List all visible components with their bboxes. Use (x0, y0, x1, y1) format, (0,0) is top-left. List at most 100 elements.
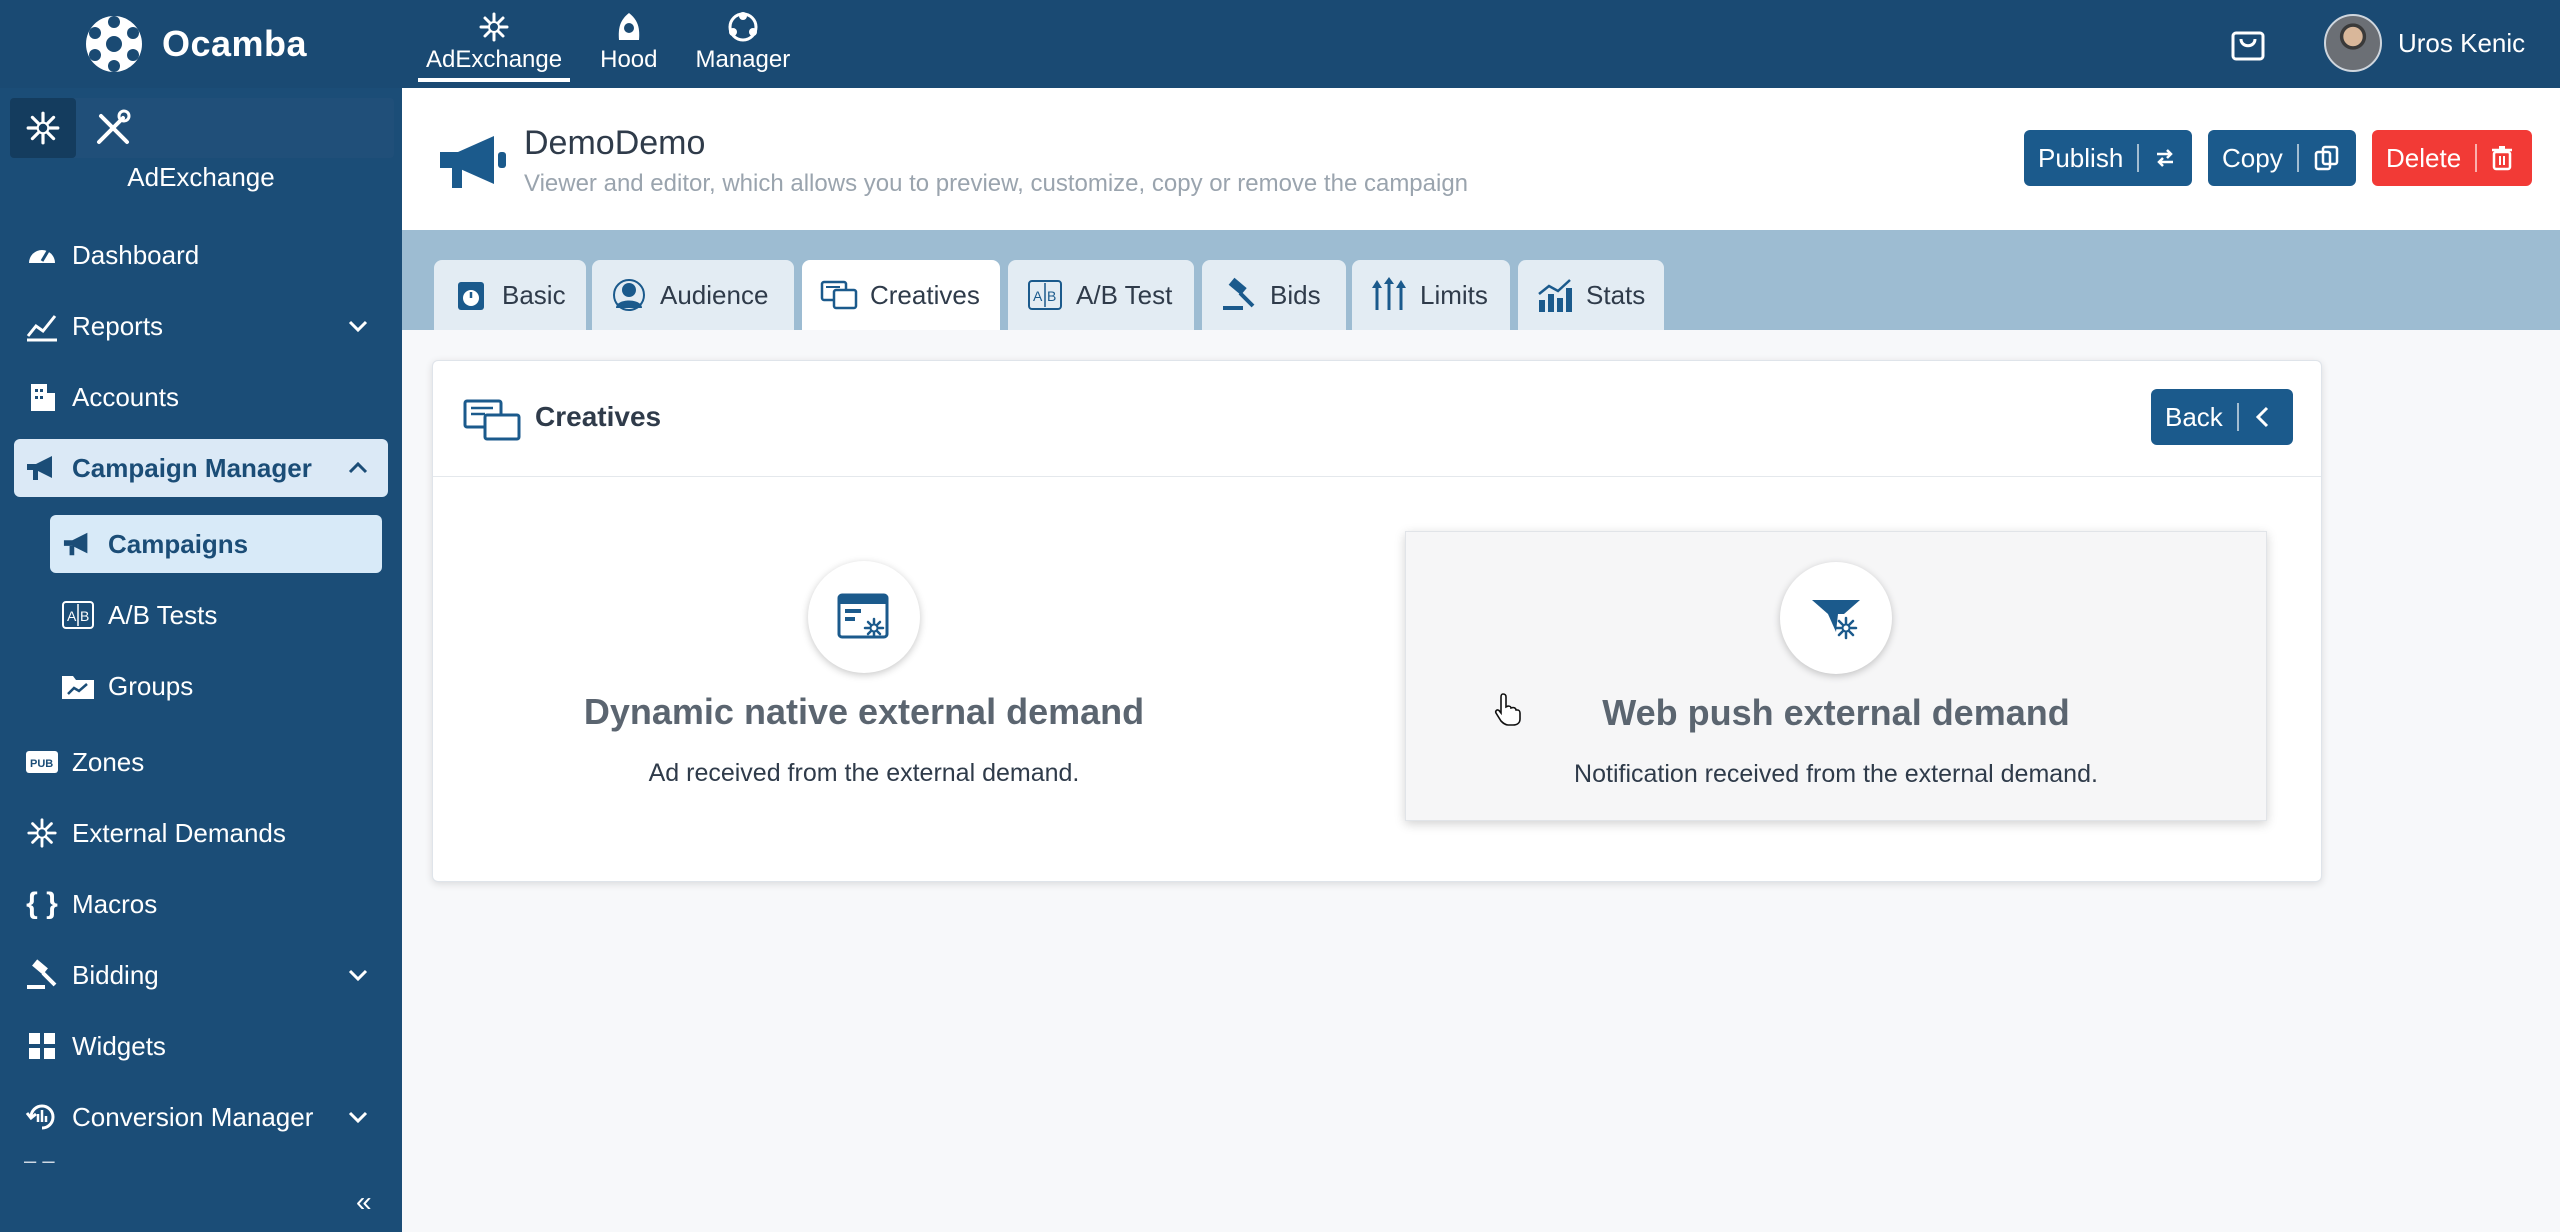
folder-chart-icon (60, 668, 96, 704)
topnav-adexchange[interactable]: AdExchange (418, 10, 571, 82)
svg-text:A: A (1033, 288, 1043, 304)
dashboard-icon (24, 237, 60, 273)
sidebar-item-dashboard[interactable]: Dashboard (14, 226, 388, 284)
spark-icon (26, 111, 60, 145)
megaphone-icon (60, 526, 96, 562)
reports-icon (24, 308, 60, 344)
chevron-up-icon (348, 461, 368, 474)
back-button[interactable]: Back (2151, 389, 2293, 445)
copy-button[interactable]: Copy (2208, 130, 2356, 186)
tab-label: Stats (1586, 279, 1646, 310)
limits-icon (1372, 277, 1406, 310)
tools-icon (97, 109, 131, 144)
sidebar-item-zones[interactable]: PUB Zones (14, 733, 388, 791)
sidebar-item-reports[interactable]: Reports (14, 297, 388, 355)
option-icon-circle (808, 561, 920, 673)
tab-audience[interactable]: Audience (592, 260, 794, 330)
button-separator (2296, 144, 2299, 172)
browser-window-icon (837, 593, 889, 639)
copy-icon (2314, 145, 2338, 171)
top-bar: Ocamba AdExchange Hood Manager Uros Keni… (0, 0, 2560, 88)
button-separator (2236, 403, 2239, 431)
hood-icon (618, 13, 640, 40)
gavel-icon (24, 957, 60, 993)
tab-label: Creatives (870, 279, 980, 310)
sidebar-item-label: External Demands (72, 817, 286, 848)
topnav-adexchange-label: AdExchange (426, 46, 563, 73)
sidebar-item-external-demands[interactable]: External Demands (14, 804, 388, 862)
option-description: Notification received from the external … (1574, 760, 2098, 788)
sidebar-item-widgets[interactable]: Widgets (14, 1017, 388, 1075)
swap-arrows-icon (2157, 149, 2174, 167)
ocamba-logo-icon (86, 16, 142, 72)
sidebar-item-label: Macros (72, 888, 158, 919)
chevron-down-icon (348, 320, 368, 333)
svg-text:B: B (80, 608, 89, 624)
page-header: DemoDemo Viewer and editor, which allows… (402, 88, 2560, 230)
megaphone-icon (24, 450, 60, 486)
sidebar-item-label: Widgets (72, 1030, 166, 1061)
page-subtitle: Viewer and editor, which allows you to p… (524, 170, 1469, 197)
user-name: Uros Kenic (2398, 27, 2526, 58)
manager-icon (728, 12, 758, 42)
accounts-icon (24, 379, 60, 415)
collapse-sidebar-button[interactable]: « (356, 1186, 372, 1218)
sidebar-tool-adexchange[interactable] (10, 98, 76, 158)
sidebar-item-groups[interactable]: Groups (50, 657, 382, 715)
tab-limits[interactable]: Limits (1352, 260, 1510, 330)
grid-icon (24, 1028, 60, 1064)
tab-bids[interactable]: Bids (1202, 260, 1346, 330)
stats-icon (1538, 279, 1572, 312)
tab-label: Basic (502, 279, 566, 310)
sidebar-item-label: Groups (108, 670, 194, 701)
cart-button[interactable] (2228, 24, 2268, 64)
conversion-icon (24, 1099, 60, 1135)
sidebar-tool-settings[interactable] (80, 98, 146, 158)
sidebar-item-label: Campaigns (108, 528, 249, 559)
sidebar-item-campaigns[interactable]: Campaigns (50, 515, 382, 573)
chevron-left-icon (2255, 406, 2268, 428)
option-description: Ad received from the external demand. (648, 759, 1080, 787)
tab-stats[interactable]: Stats (1518, 260, 1664, 330)
topnav-hood[interactable]: Hood (592, 10, 665, 82)
sidebar-item-ab-tests[interactable]: AB A/B Tests (50, 586, 382, 644)
tab-basic[interactable]: Basic (434, 260, 586, 330)
back-label: Back (2165, 401, 2223, 432)
publish-label: Publish (2038, 142, 2124, 173)
sidebar-item-conversion-manager[interactable]: Conversion Manager (14, 1088, 388, 1146)
stopwatch-icon (458, 282, 484, 310)
adexchange-icon (479, 12, 509, 42)
sidebar-item-label: A/B Tests (108, 599, 218, 630)
option-dynamic-native[interactable]: Dynamic native external demand Ad receiv… (433, 531, 1295, 821)
creatives-icon (463, 399, 521, 441)
megaphone-icon (440, 136, 506, 188)
topnav-manager[interactable]: Manager (687, 10, 798, 82)
copy-label: Copy (2222, 142, 2283, 173)
sidebar-item-accounts[interactable]: Accounts (14, 368, 388, 426)
braces-icon: { } (26, 887, 58, 920)
ab-test-icon: AB (60, 597, 96, 633)
publish-button[interactable]: Publish (2024, 130, 2192, 186)
tab-creatives[interactable]: Creatives (802, 260, 1000, 330)
button-separator (2137, 144, 2140, 172)
sidebar-item-macros[interactable]: { } Macros (14, 875, 388, 933)
topnav-hood-label: Hood (600, 46, 658, 73)
tab-label: Audience (660, 279, 769, 310)
sidebar-item-label: Accounts (72, 381, 179, 412)
delete-button[interactable]: Delete (2372, 130, 2532, 186)
spark-icon (24, 815, 60, 851)
gavel-icon (1223, 277, 1255, 310)
page-title: DemoDemo (524, 124, 706, 162)
option-web-push[interactable]: Web push external demand Notification re… (1405, 531, 2267, 821)
brand[interactable]: Ocamba (84, 12, 307, 76)
sidebar-item-bidding[interactable]: Bidding (14, 946, 388, 1004)
creatives-card: Creatives Back Dynamic native external d… (432, 360, 2322, 882)
avatar (2324, 14, 2382, 72)
user-menu[interactable]: Uros Kenic (2324, 14, 2525, 72)
svg-text:A: A (67, 608, 77, 624)
option-icon-circle (1780, 562, 1892, 674)
sidebar-item-campaign-manager[interactable]: Campaign Manager (14, 439, 388, 497)
tab-ab-test[interactable]: AB A/B Test (1008, 260, 1194, 330)
audience-icon (613, 279, 645, 311)
creatives-icon (820, 280, 858, 310)
